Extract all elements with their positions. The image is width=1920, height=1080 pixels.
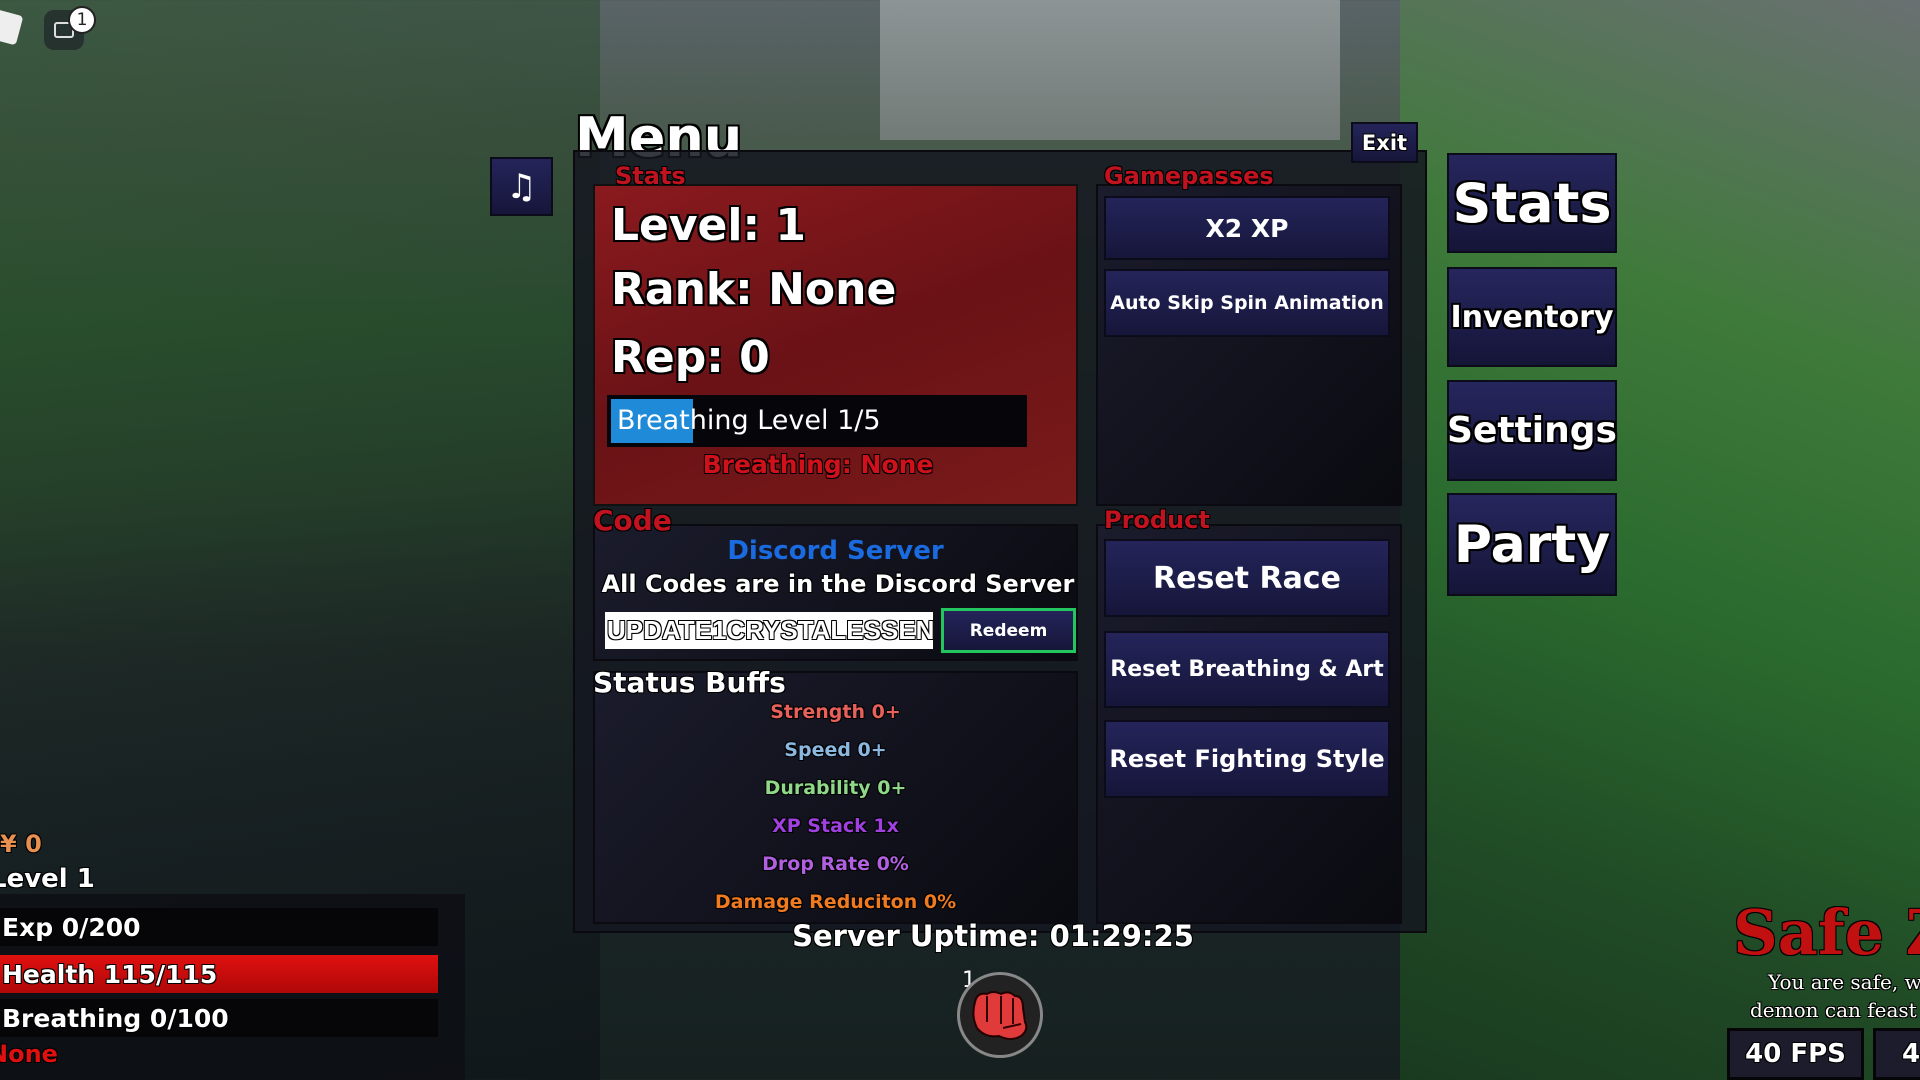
exit-button[interactable]: Exit (1351, 122, 1418, 163)
nav-settings-button[interactable]: Settings (1447, 380, 1617, 481)
stat-rank: Rank: None (611, 264, 897, 315)
discord-server-title: Discord Server (727, 536, 944, 566)
hud-style: None (0, 1040, 58, 1068)
safezone-title: Safe Z (1733, 896, 1920, 969)
nav-inventory-button[interactable]: Inventory (1447, 267, 1617, 367)
nav-party-button[interactable]: Party (1447, 493, 1617, 596)
stat-level: Level: 1 (611, 200, 807, 251)
safezone-line2: demon can feast (1750, 998, 1917, 1022)
stats-section-label: Stats (615, 162, 686, 190)
safezone-line1: You are safe, w (1768, 970, 1920, 994)
codes-subtitle: All Codes are in the Discord Server (601, 570, 1075, 598)
breathing-style: Breathing: None (702, 450, 934, 479)
breathing-level-text: Breathing Level 1/5 (617, 405, 881, 436)
status-buff-item: Speed 0+ (784, 739, 887, 761)
reset-fighting-style-button[interactable]: Reset Fighting Style (1104, 720, 1390, 798)
notification-badge: 1 (68, 6, 96, 34)
breathing-bar: Breathing 0/100 (0, 999, 438, 1037)
redeem-button[interactable]: Redeem (941, 608, 1076, 653)
breathing-text: Breathing 0/100 (2, 1003, 229, 1033)
status-buff-item: Durability 0+ (764, 777, 907, 799)
status-buff-item: Damage Reduciton 0% (714, 891, 957, 913)
nav-stats-button[interactable]: Stats (1447, 153, 1617, 253)
game-scene-house (880, 0, 1340, 140)
gamepasses-section-label: Gamepasses (1104, 162, 1274, 190)
auto-skip-spin-button[interactable]: Auto Skip Spin Animation (1104, 269, 1390, 337)
reset-race-button[interactable]: Reset Race (1104, 539, 1390, 617)
product-section-label: Product (1104, 506, 1210, 534)
music-note-icon: ♫ (506, 166, 537, 207)
fist-hotbar-slot[interactable] (957, 972, 1043, 1058)
exp-text: Exp 0/200 (2, 912, 141, 942)
status-buff-item: XP Stack 1x (772, 815, 899, 837)
reset-breathing-art-button[interactable]: Reset Breathing & Art (1104, 631, 1390, 708)
currency-value: 0 (25, 830, 42, 858)
status-buff-item: Drop Rate 0% (762, 853, 909, 875)
music-button[interactable]: ♫ (490, 157, 553, 216)
exp-bar: Exp 0/200 (0, 908, 438, 946)
currency-icon: ¥ (0, 830, 26, 858)
code-section-label: Code (593, 504, 672, 537)
ping-counter: 4 (1873, 1028, 1920, 1080)
x2-xp-button[interactable]: X2 XP (1104, 196, 1390, 260)
fps-counter: 40 FPS (1727, 1028, 1864, 1080)
status-buff-item: Strength 0+ (770, 701, 901, 723)
code-input[interactable] (605, 612, 933, 649)
status-buffs-title: Status Buffs (593, 666, 786, 699)
breathing-level-bar: Breathing Level 1/5 (607, 395, 1027, 447)
hud-level: Level 1 (0, 864, 95, 894)
health-bar: Health 115/115 (0, 955, 438, 993)
hud-currency: ¥ 0 (0, 830, 42, 858)
health-text: Health 115/115 (2, 959, 218, 989)
server-uptime: Server Uptime: 01:29:25 (792, 919, 1194, 953)
fist-icon (972, 991, 1028, 1040)
stat-rep: Rep: 0 (611, 332, 770, 383)
